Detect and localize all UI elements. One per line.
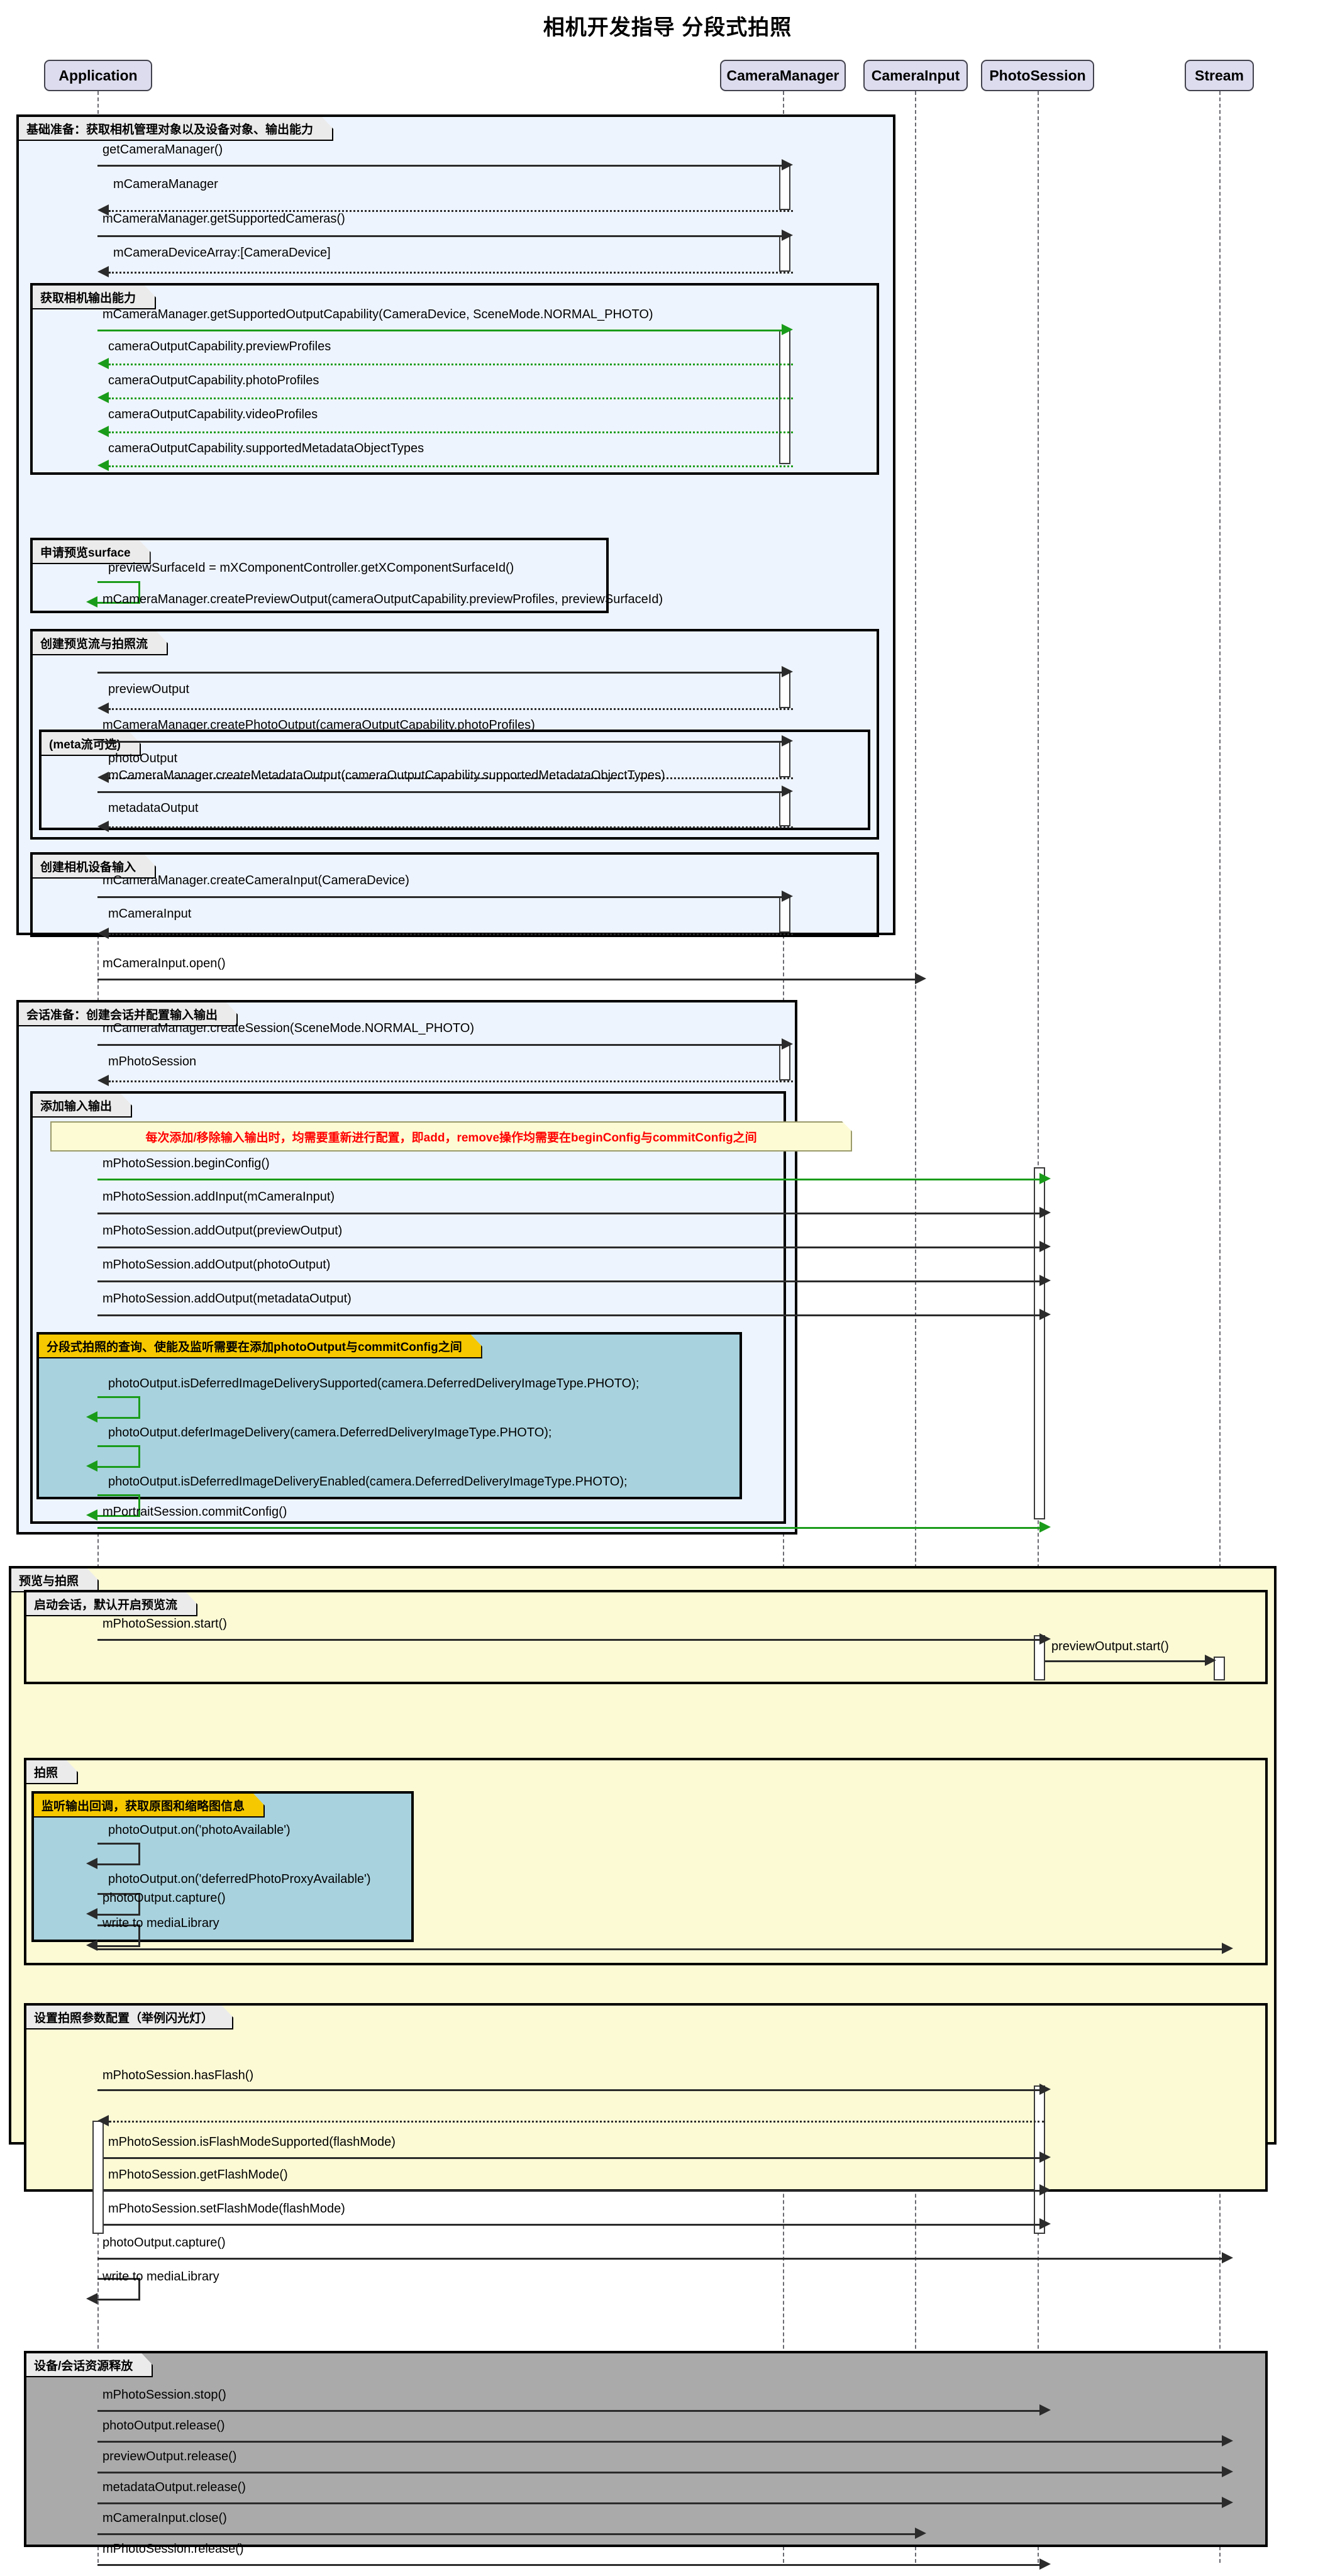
message-label: photoOutput.deferImageDelivery(camera.De… — [108, 1426, 551, 1439]
message-label: mCameraManager.createPreviewOutput(camer… — [102, 593, 663, 606]
message-label: write to mediaLibrary — [102, 2270, 219, 2283]
participant-camerainput[interactable]: CameraInput — [863, 60, 968, 91]
message-label: cameraOutputCapability.photoProfiles — [108, 374, 319, 387]
self-call-loop — [97, 1445, 140, 1468]
message-label: photoOutput.capture() — [102, 2236, 226, 2249]
activation-bar — [779, 165, 790, 210]
message-label: cameraOutputCapability.supportedMetadata… — [108, 442, 424, 455]
activation-bar — [779, 330, 790, 464]
note-text: 每次添加/移除输入输出时，均需要重新进行配置，即add，remove操作均需要在… — [145, 1128, 756, 1145]
dogear-icon — [842, 1121, 852, 1131]
message-label: mPhotoSession.getFlashMode() — [108, 2168, 288, 2181]
message-label: mCameraManager.createMetadataOutput(came… — [108, 769, 665, 782]
fragment-label: 预览与拍照 — [11, 1568, 99, 1592]
message-label: mPhotoSession.addOutput(metadataOutput) — [102, 1292, 352, 1305]
message-label: cameraOutputCapability.previewProfiles — [108, 340, 331, 353]
fragment-label: 设置拍照参数配置（举例闪光灯） — [26, 2006, 233, 2029]
message-label: mCameraDeviceArray:[CameraDevice] — [113, 247, 331, 259]
participant-photosession[interactable]: PhotoSession — [981, 60, 1094, 91]
message-label: mPhotoSession.beginConfig() — [102, 1157, 270, 1170]
message-label: mPhotoSession.setFlashMode(flashMode) — [108, 2202, 345, 2215]
sequence-diagram-canvas: 相机开发指导 分段式拍照 Application CameraManager C… — [0, 0, 1335, 2576]
activation-bar — [92, 2121, 104, 2234]
fragment-start-session: 启动会话，默认开启预览流 — [24, 1590, 1268, 1684]
message-label: photoOutput.isDeferredImageDeliveryEnabl… — [108, 1475, 628, 1488]
message-label: mPhotoSession.stop() — [102, 2389, 226, 2401]
fragment-label: 设备/会话资源释放 — [26, 2353, 153, 2377]
message-label: getCameraManager() — [102, 143, 223, 156]
participant-cameramanager[interactable]: CameraManager — [720, 60, 846, 91]
fragment-label: 添加输入输出 — [33, 1094, 132, 1118]
message-label: mPhotoSession.addOutput(photoOutput) — [102, 1258, 330, 1271]
page-title: 相机开发指导 分段式拍照 — [0, 10, 1335, 41]
participant-stream[interactable]: Stream — [1185, 60, 1254, 91]
message-label: photoOutput.isDeferredImageDeliverySuppo… — [108, 1377, 639, 1390]
message-label: metadataOutput.release() — [102, 2481, 246, 2494]
fragment-label: 监听输出回调，获取原图和缩略图信息 — [34, 1794, 265, 1818]
message-label: metadataOutput — [108, 802, 198, 814]
warning-note: 每次添加/移除输入输出时，均需要重新进行配置，即add，remove操作均需要在… — [50, 1121, 852, 1152]
fragment-label: 启动会话，默认开启预览流 — [26, 1592, 197, 1616]
message-label: previewOutput — [108, 683, 189, 696]
message-label: mCameraInput — [108, 908, 191, 920]
message-label: photoOutput.on('photoAvailable') — [108, 1824, 291, 1836]
message-label: mCameraInput.close() — [102, 2512, 227, 2524]
activation-bar — [1034, 1167, 1045, 1519]
lifeline-camerainput — [915, 91, 916, 2563]
message-label: cameraOutputCapability.videoProfiles — [108, 408, 318, 421]
message-label: mCameraInput.open() — [102, 957, 226, 970]
message-label: mPhotoSession.addInput(mCameraInput) — [102, 1191, 335, 1203]
message-label: mPhotoSession.start() — [102, 1618, 227, 1630]
fragment-label: 拍照 — [26, 1760, 78, 1784]
message-label: photoOutput — [108, 752, 177, 765]
message-label: photoOutput.capture() — [102, 1892, 226, 1904]
message-label: previewSurfaceId = mXComponentController… — [108, 562, 514, 574]
message-label: mCameraManager.getSupportedCameras() — [102, 213, 345, 225]
fragment-label: 分段式拍照的查询、使能及监听需要在添加photoOutput与commitCon… — [39, 1335, 482, 1358]
lifeline-stream — [1219, 91, 1221, 2563]
message-label: mCameraManager.createCameraInput(CameraD… — [102, 874, 409, 887]
message-label: mPhotoSession.release() — [102, 2543, 244, 2555]
fragment-label: 获取相机输出能力 — [33, 286, 156, 309]
message-label: previewOutput.start() — [1051, 1640, 1169, 1653]
message-label: mPortraitSession.commitConfig() — [102, 1506, 287, 1518]
message-label: mPhotoSession.isFlashModeSupported(flash… — [108, 2136, 396, 2148]
message-label: mPhotoSession.addOutput(previewOutput) — [102, 1224, 342, 1237]
message-label: photoOutput.on('deferredPhotoProxyAvaila… — [108, 1873, 371, 1885]
message-label: photoOutput.release() — [102, 2419, 225, 2432]
message-label: mCameraManager.getSupportedOutputCapabil… — [102, 308, 653, 321]
fragment-label: 基础准备：获取相机管理对象以及设备对象、输出能力 — [19, 117, 333, 141]
fragment-flash-settings: 设置拍照参数配置（举例闪光灯） — [24, 2003, 1268, 2192]
message-label: mCameraManager.createPhotoOutput(cameraO… — [102, 719, 535, 731]
message-label: mPhotoSession — [108, 1055, 196, 1068]
message-label: mPhotoSession.hasFlash() — [102, 2069, 253, 2082]
fragment-create-camera-input: 创建相机设备输入 — [30, 852, 879, 937]
message-label: previewOutput.release() — [102, 2450, 236, 2463]
message-label: mCameraManager — [113, 178, 218, 191]
message-label: write to mediaLibrary — [102, 1917, 219, 1929]
self-call-loop — [97, 1843, 140, 1865]
self-call-loop — [97, 1396, 140, 1419]
participant-application[interactable]: Application — [44, 60, 152, 91]
fragment-label: 创建预览流与拍照流 — [33, 631, 168, 655]
message-label: mCameraManager.createSession(SceneMode.N… — [102, 1022, 474, 1035]
